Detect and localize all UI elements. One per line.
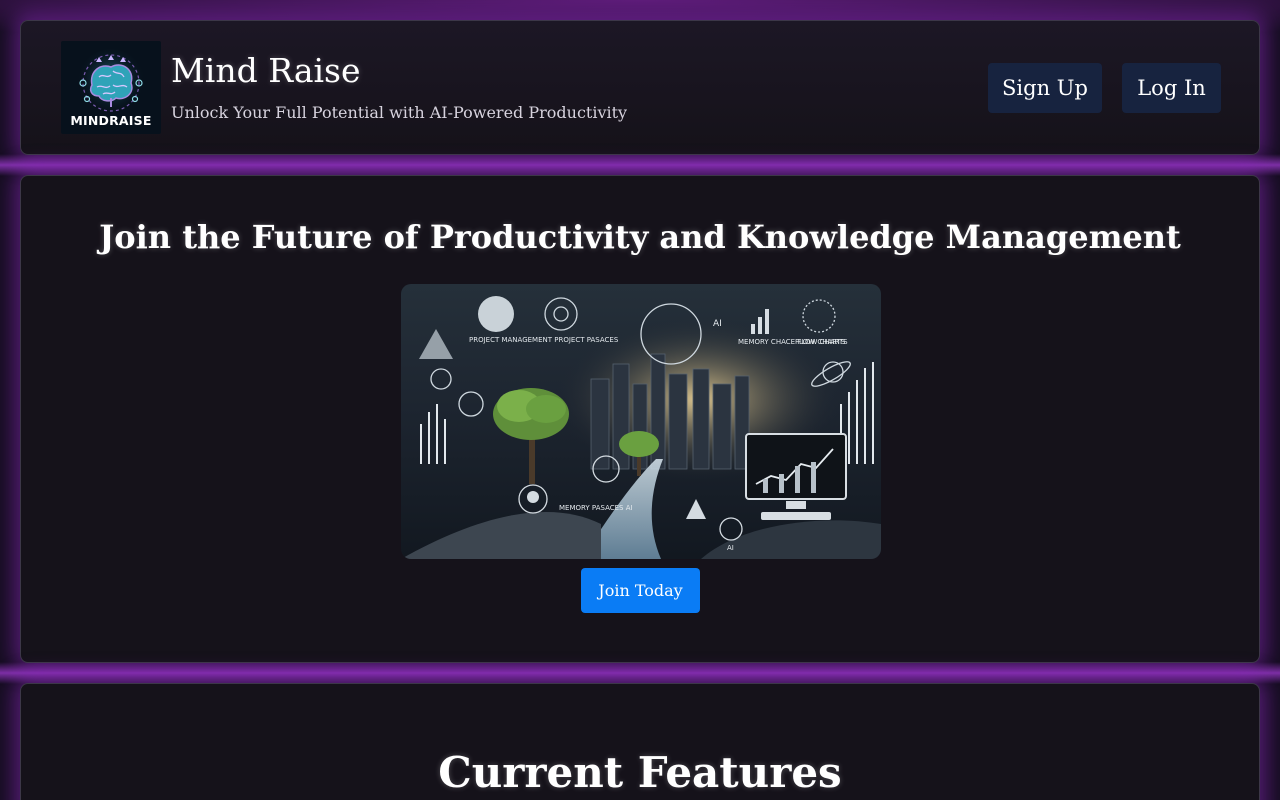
image-label: MEMORY PASACES AI — [559, 504, 633, 512]
log-in-button[interactable]: Log In — [1122, 63, 1221, 113]
image-label: AI — [713, 319, 722, 329]
glow-divider — [0, 154, 1280, 176]
site-tagline: Unlock Your Full Potential with AI-Power… — [171, 103, 628, 122]
hero-illustration: PROJECT MANAGEMENT PROJECT PASACES AI ME… — [401, 284, 881, 559]
site-header: MINDRAISE Mind Raise Unlock Your Full Po… — [20, 20, 1260, 155]
hero-title: Join the Future of Productivity and Know… — [99, 218, 1181, 256]
image-label: PROJECT MANAGEMENT PROJECT PASACES — [469, 336, 619, 344]
image-label: AI — [727, 544, 734, 552]
logo[interactable]: MINDRAISE — [61, 41, 161, 134]
hero-section: Join the Future of Productivity and Know… — [20, 175, 1260, 663]
image-label: FLOW CHARTS — [795, 338, 846, 346]
site-title[interactable]: Mind Raise — [171, 51, 361, 90]
features-section: Current Features — [20, 683, 1260, 800]
sign-up-button[interactable]: Sign Up — [988, 63, 1102, 113]
logo-text: MINDRAISE — [70, 113, 152, 128]
features-title: Current Features — [438, 748, 842, 797]
join-today-button[interactable]: Join Today — [581, 568, 700, 613]
glow-divider — [0, 662, 1280, 684]
